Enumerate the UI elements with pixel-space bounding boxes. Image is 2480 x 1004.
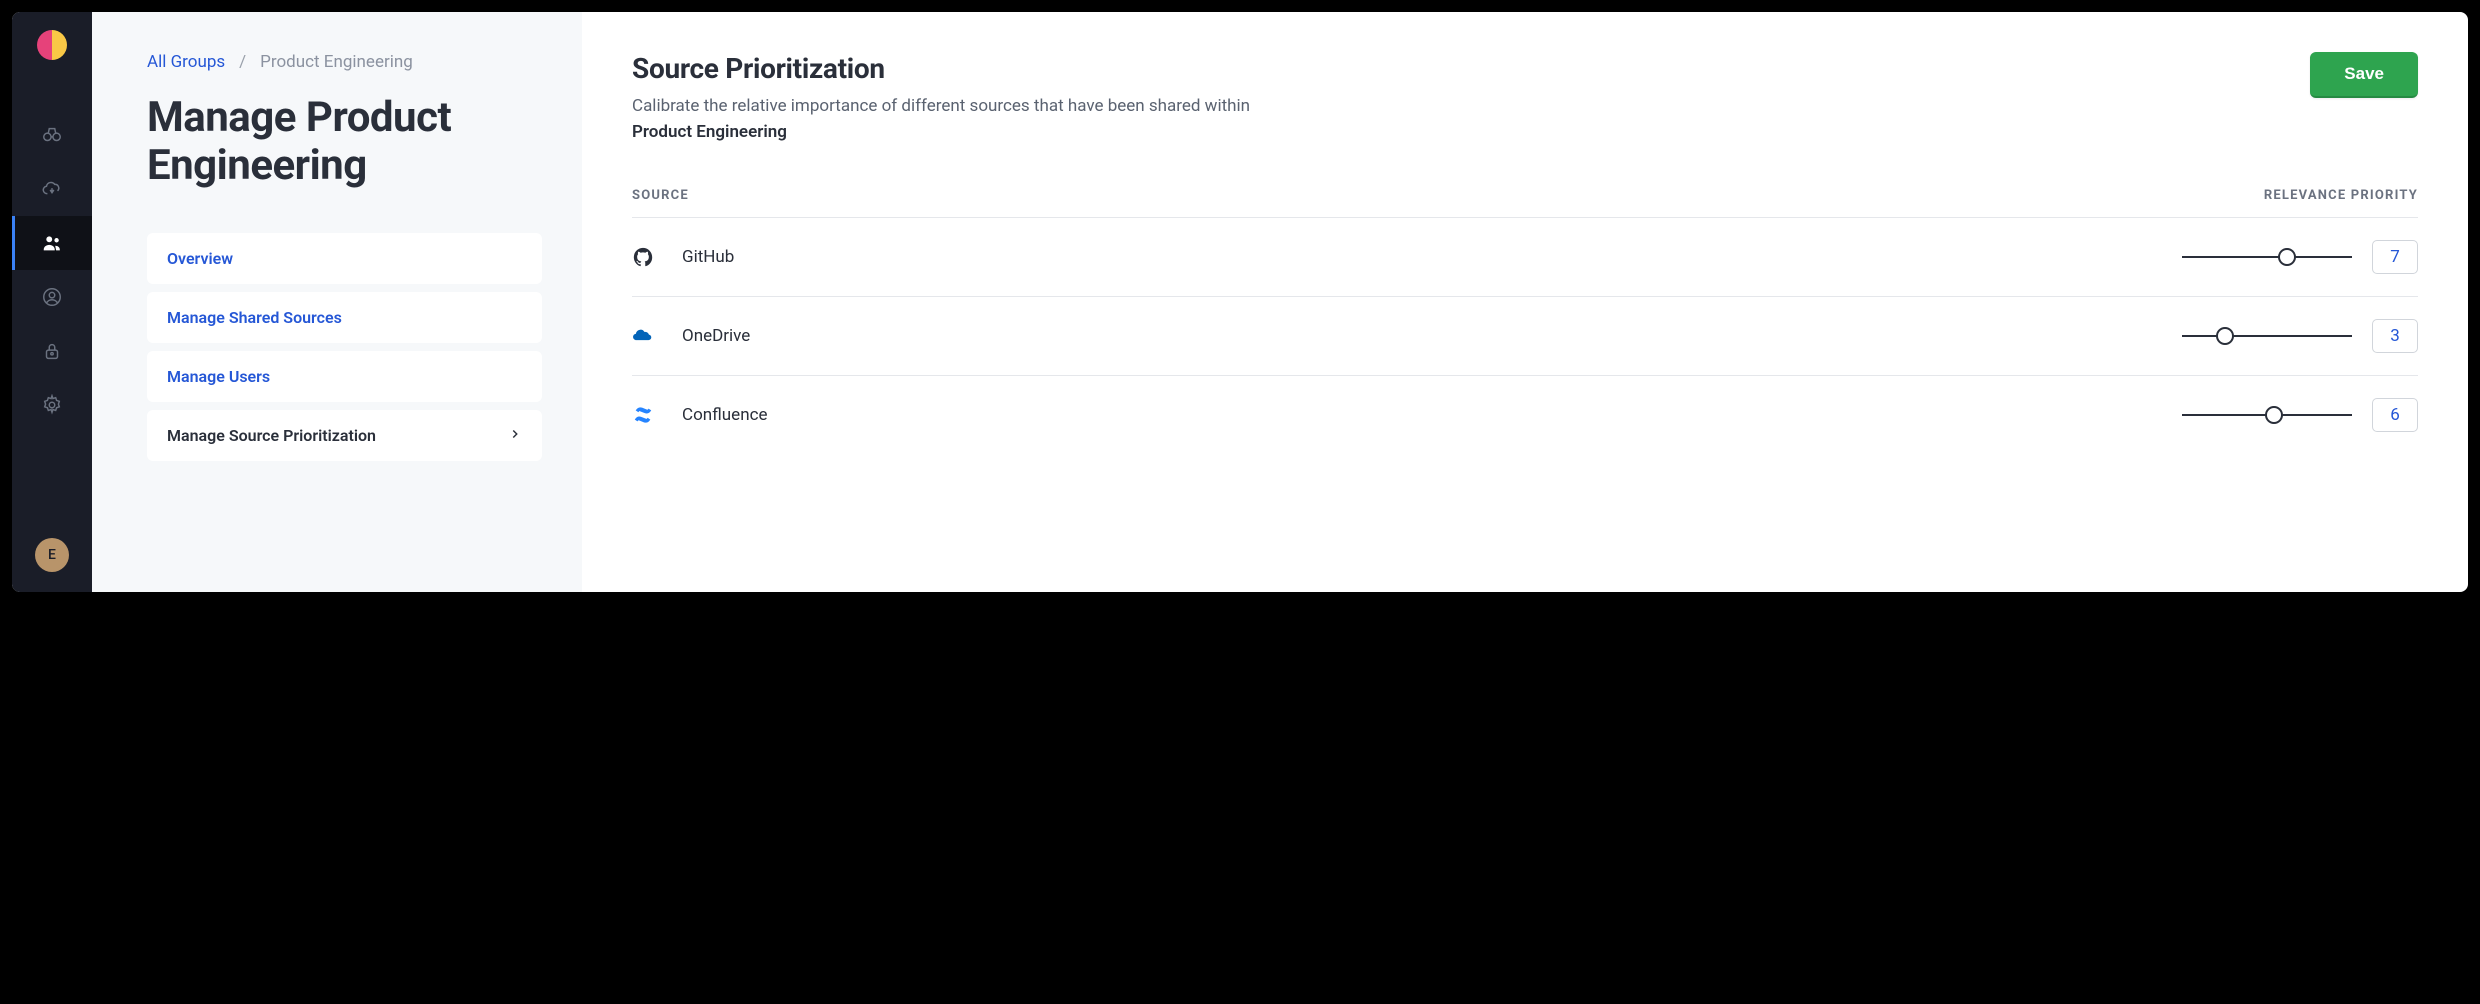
user-circle-icon — [41, 286, 63, 308]
slider-handle[interactable] — [2265, 406, 2283, 424]
priority-value[interactable]: 3 — [2372, 319, 2418, 353]
users-icon — [41, 232, 63, 254]
binoculars-icon — [41, 124, 63, 146]
priority-slider[interactable] — [2182, 414, 2352, 416]
nav-item-overview[interactable]: Overview — [147, 233, 542, 284]
source-name: Confluence — [682, 405, 2182, 425]
local-nav: Overview Manage Shared Sources Manage Us… — [147, 233, 542, 461]
priority-slider[interactable] — [2182, 256, 2352, 258]
nav-discover[interactable] — [12, 108, 92, 162]
chevron-right-icon — [508, 426, 522, 445]
nav-groups[interactable] — [12, 216, 92, 270]
github-icon — [632, 246, 682, 268]
priority-slider[interactable] — [2182, 335, 2352, 337]
nav-item-label: Manage Source Prioritization — [167, 426, 376, 445]
onedrive-icon — [632, 325, 682, 347]
gear-icon — [41, 394, 63, 416]
breadcrumb-separator: / — [239, 52, 246, 72]
left-column: All Groups / Product Engineering Manage … — [92, 12, 582, 592]
slider-handle[interactable] — [2278, 248, 2296, 266]
source-row: Confluence 6 — [632, 376, 2418, 454]
logo — [37, 30, 67, 60]
section-description: Calibrate the relative importance of dif… — [632, 93, 1272, 146]
avatar[interactable]: E — [35, 538, 69, 572]
breadcrumb-parent-link[interactable]: All Groups — [147, 52, 225, 72]
source-name: GitHub — [682, 247, 2182, 267]
column-header-priority: RELEVANCE PRIORITY — [2264, 188, 2418, 203]
nav-item-shared-sources[interactable]: Manage Shared Sources — [147, 292, 542, 343]
main-panel: Source Prioritization Calibrate the rela… — [582, 12, 2468, 592]
source-row: OneDrive 3 — [632, 297, 2418, 376]
page-title: Manage Product Engineering — [147, 94, 542, 191]
confluence-icon — [632, 404, 682, 426]
nav-security[interactable] — [12, 324, 92, 378]
cloud-sync-icon — [41, 178, 63, 200]
column-header-source: SOURCE — [632, 188, 689, 203]
priority-value[interactable]: 7 — [2372, 240, 2418, 274]
nav-item-prioritization[interactable]: Manage Source Prioritization — [147, 410, 542, 461]
lock-icon — [41, 340, 63, 362]
nav-account[interactable] — [12, 270, 92, 324]
sidebar-rail: E — [12, 12, 92, 592]
breadcrumb-current: Product Engineering — [260, 52, 413, 72]
nav-item-users[interactable]: Manage Users — [147, 351, 542, 402]
nav-sync[interactable] — [12, 162, 92, 216]
source-row: GitHub 7 — [632, 218, 2418, 297]
save-button[interactable]: Save — [2310, 52, 2418, 98]
slider-handle[interactable] — [2216, 327, 2234, 345]
source-name: OneDrive — [682, 326, 2182, 346]
breadcrumb: All Groups / Product Engineering — [147, 52, 542, 72]
section-title: Source Prioritization — [632, 52, 1272, 85]
priority-value[interactable]: 6 — [2372, 398, 2418, 432]
nav-settings[interactable] — [12, 378, 92, 432]
